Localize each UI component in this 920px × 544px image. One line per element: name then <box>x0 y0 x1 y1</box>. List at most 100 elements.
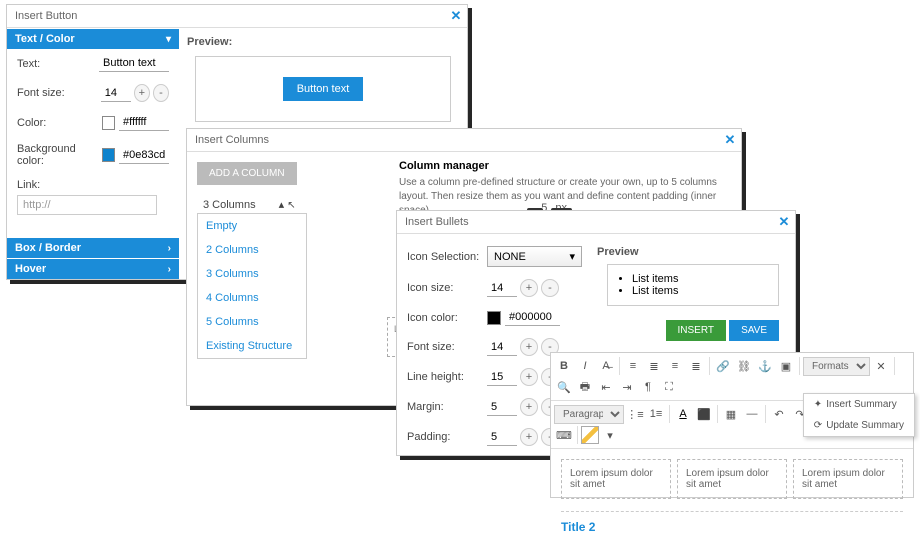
color-input[interactable] <box>119 114 169 131</box>
icon-select[interactable]: NONE▾ <box>487 246 582 267</box>
editor-col-3: Lorem ipsum dolor sit amet <box>793 459 903 499</box>
iconsel-label: Icon Selection: <box>407 251 487 263</box>
dd-option-5col[interactable]: 5 Columns <box>198 310 306 334</box>
add-column-button[interactable]: ADD A COLUMN <box>197 162 297 185</box>
anchor-icon[interactable]: ⚓ <box>755 356 775 376</box>
accordion-text-color[interactable]: Text / Color▾ <box>7 29 179 49</box>
table-icon[interactable]: ▦ <box>721 404 741 424</box>
code-icon[interactable]: ⌨ <box>554 425 574 445</box>
lineheight-label: Line height: <box>407 371 487 383</box>
iconsize-label: Icon size: <box>407 282 487 294</box>
editor-body[interactable]: Lorem ipsum dolor sit amet Lorem ipsum d… <box>551 449 913 544</box>
accordion-label: Text / Color <box>15 33 75 45</box>
close-icon[interactable]: ✕ <box>447 7 465 25</box>
link-input[interactable] <box>17 195 157 215</box>
bgcolor-input[interactable] <box>119 147 169 164</box>
insert-button[interactable]: INSERT <box>666 320 727 341</box>
text-input[interactable] <box>99 55 169 72</box>
stepper-up[interactable]: + <box>520 368 538 386</box>
indent-icon[interactable]: ⇥ <box>617 377 637 397</box>
padding-input[interactable] <box>487 429 517 446</box>
unlink-icon[interactable]: ⛓ <box>734 356 754 376</box>
dd-option-existing[interactable]: Existing Structure <box>198 334 306 358</box>
print-icon[interactable]: 🖶 <box>575 377 595 397</box>
dd-option-3col[interactable]: 3 Columns <box>198 262 306 286</box>
italic-icon[interactable]: I <box>575 356 595 376</box>
stepper-up[interactable]: + <box>520 338 538 356</box>
stepper-down[interactable]: - <box>153 84 169 102</box>
ctx-insert-summary[interactable]: ✦Insert Summary <box>804 394 914 415</box>
bold-icon[interactable]: B <box>554 356 574 376</box>
close-icon[interactable]: ✕ <box>721 131 739 149</box>
undo-icon[interactable]: ↶ <box>769 404 789 424</box>
preview-label: Preview <box>597 246 779 258</box>
bfontsize-input[interactable] <box>487 339 517 356</box>
strike-icon[interactable]: A̶ <box>596 356 616 376</box>
columns-dropdown[interactable]: 3 Columns ▴ ↖ <box>197 195 387 214</box>
paragraph-select[interactable]: Paragraph <box>554 405 624 424</box>
title2: Title 2 <box>561 511 903 534</box>
find-icon[interactable]: 🔍 <box>554 377 574 397</box>
stepper-up[interactable]: + <box>134 84 150 102</box>
align-center-icon[interactable]: ≣ <box>644 356 664 376</box>
link-icon[interactable]: 🔗 <box>713 356 733 376</box>
color-swatch[interactable] <box>102 116 115 130</box>
fullscreen-icon[interactable]: ⛶ <box>659 377 679 397</box>
panel-title: Insert Columns <box>187 129 741 152</box>
bgcolor-icon[interactable]: ⬛ <box>694 404 714 424</box>
link-label: Link: <box>17 179 112 191</box>
image-icon[interactable]: ▣ <box>776 356 796 376</box>
text-label: Text: <box>17 58 99 70</box>
dd-option-2col[interactable]: 2 Columns <box>198 238 306 262</box>
color-label: Color: <box>17 117 102 129</box>
align-left-icon[interactable]: ≡ <box>623 356 643 376</box>
margin-input[interactable] <box>487 399 517 416</box>
accordion-hover[interactable]: Hover› <box>7 259 179 279</box>
dd-option-4col[interactable]: 4 Columns <box>198 286 306 310</box>
textcolor-icon[interactable]: A <box>673 404 693 424</box>
preview-label: Preview: <box>187 36 459 48</box>
columns-dropdown-menu: Empty 2 Columns 3 Columns 4 Columns 5 Co… <box>197 213 307 359</box>
bfontsize-label: Font size: <box>407 341 487 353</box>
iconcolor-swatch[interactable] <box>487 311 501 325</box>
button-preview: Button text <box>195 56 451 122</box>
accordion-label: Box / Border <box>15 242 81 254</box>
stepper-up[interactable]: + <box>520 398 538 416</box>
fontsize-label: Font size: <box>17 87 101 99</box>
outdent-icon[interactable]: ⇤ <box>596 377 616 397</box>
stepper-up[interactable]: + <box>520 428 538 446</box>
stepper-down[interactable]: - <box>541 279 559 297</box>
number-list-icon[interactable]: 1≡ <box>646 404 666 424</box>
bullet-list-icon[interactable]: ⋮≡ <box>625 404 645 424</box>
chevron-down-icon: ▾ <box>569 250 575 263</box>
dd-option-empty[interactable]: Empty <box>198 214 306 238</box>
formats-select[interactable]: Formats <box>803 357 870 376</box>
iconsize-input[interactable] <box>487 280 517 297</box>
fontsize-input[interactable] <box>101 85 131 102</box>
accordion-box-border[interactable]: Box / Border› <box>7 238 179 258</box>
ctx-update-summary[interactable]: ⟳Update Summary <box>804 415 914 436</box>
paint-bucket-icon[interactable] <box>581 426 599 444</box>
richtext-editor: B I A̶ ≡ ≣ ≡ ≣ 🔗 ⛓ ⚓ ▣ Formats ✕ 🔍 🖶 ⇤ ⇥… <box>550 352 914 498</box>
iconcolor-input[interactable] <box>505 309 560 326</box>
accordion-label: Hover <box>15 263 46 275</box>
align-justify-icon[interactable]: ≣ <box>686 356 706 376</box>
paragraph-icon[interactable]: ¶ <box>638 377 658 397</box>
cursor-icon: ↖ <box>287 200 295 211</box>
close-icon[interactable]: ✕ <box>775 213 793 231</box>
hr-icon[interactable]: — <box>742 404 762 424</box>
list-item: List items <box>632 273 770 285</box>
stepper-up[interactable]: + <box>520 279 538 297</box>
bgcolor-swatch[interactable] <box>102 148 115 162</box>
align-right-icon[interactable]: ≡ <box>665 356 685 376</box>
lineheight-input[interactable] <box>487 369 517 386</box>
iconcolor-label: Icon color: <box>407 312 487 324</box>
dropdown-icon[interactable]: ▾ <box>600 425 620 445</box>
plus-icon: ✦ <box>814 399 822 410</box>
editor-col-1: Lorem ipsum dolor sit amet <box>561 459 671 499</box>
padding-label: Padding: <box>407 431 487 443</box>
clear-format-icon[interactable]: ✕ <box>871 356 891 376</box>
save-button[interactable]: SAVE <box>729 320 779 341</box>
editor-col-2: Lorem ipsum dolor sit amet <box>677 459 787 499</box>
bgcolor-label: Background color: <box>17 143 102 167</box>
